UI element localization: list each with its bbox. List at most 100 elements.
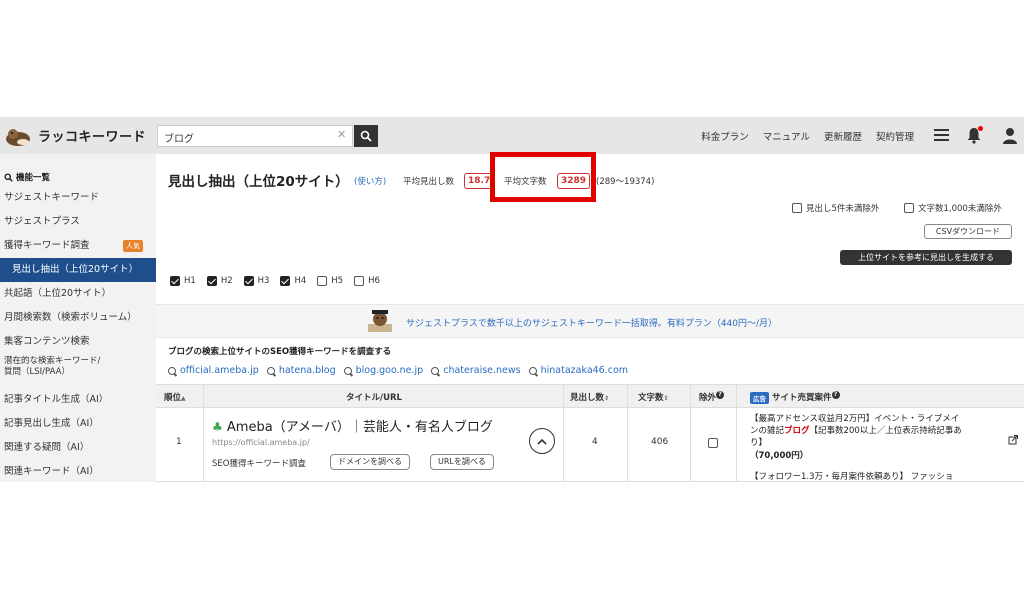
- domain-links: official.ameba.jp hatena.blog blog.goo.n…: [168, 365, 628, 376]
- domain-label: chateraise.news: [443, 365, 521, 376]
- sort-up-icon: ▲: [181, 395, 186, 402]
- nav-changelog[interactable]: 更新履歴: [824, 129, 862, 143]
- checkbox-label: H6: [368, 276, 380, 286]
- ad-line[interactable]: 【最高アドセンス収益月2万円】イベント・ライブメイ: [750, 412, 959, 424]
- checkbox-label: 文字数1,000未満除外: [918, 204, 1002, 214]
- h3-checkbox[interactable]: H3: [243, 276, 270, 286]
- sidebar-heading-label: 機能一覧: [16, 173, 51, 183]
- help-icon[interactable]: ?: [831, 391, 840, 399]
- domain-link[interactable]: official.ameba.jp: [168, 365, 259, 376]
- exclude-few-headings-checkbox[interactable]: 見出し5件未満除外: [792, 202, 879, 214]
- row-chars: 406: [651, 437, 669, 447]
- popular-badge: 人気: [123, 240, 143, 252]
- sidebar-item-acquired-keywords[interactable]: 獲得キーワード調査 人気: [0, 234, 156, 258]
- sidebar-heading: 機能一覧: [0, 154, 156, 186]
- external-link-icon[interactable]: [1008, 435, 1018, 445]
- col-chars[interactable]: 文字数⇕: [638, 391, 669, 403]
- checkbox-label: H2: [220, 276, 233, 286]
- col-headings[interactable]: 見出し数⇕: [570, 391, 609, 403]
- search-input[interactable]: ブログ: [157, 125, 353, 147]
- nav-contract[interactable]: 契約管理: [876, 129, 914, 143]
- ad-line[interactable]: ンの雑記ブログ【記事数200以上／上位表示持続記事あ: [750, 424, 962, 436]
- checkbox-label: H3: [257, 276, 270, 286]
- domain-link[interactable]: chateraise.news: [431, 365, 521, 376]
- sidebar-item-title-ai[interactable]: 記事タイトル生成（AI）: [0, 388, 156, 412]
- search-icon: [360, 130, 372, 142]
- seo-section-title: ブログの検索上位サイトのSEO獲得キーワードを調査する: [168, 347, 392, 357]
- brand-logo[interactable]: ラッコキーワード: [0, 125, 156, 147]
- ad-badge: 広告: [750, 391, 769, 404]
- help-icon[interactable]: ?: [716, 391, 725, 399]
- app-window: ラッコキーワード ブログ ✕ 料金プラン マニュアル 更新履歴 契約管理 機能一…: [0, 117, 1024, 482]
- sidebar-item-related-ai[interactable]: 関連キーワード（AI）: [0, 460, 156, 482]
- sidebar-item-label: 質問（LSI/PAA）: [4, 367, 70, 377]
- check-domain-button[interactable]: ドメインを調べる: [330, 454, 410, 470]
- domain-link[interactable]: hatena.blog: [266, 365, 336, 376]
- heading-level-filters: H1 H2 H3 H4 H5 H6: [170, 276, 380, 286]
- row-seo-label: SEO獲得キーワード調査: [212, 459, 306, 469]
- sidebar: 機能一覧 サジェストキーワード サジェストプラス 獲得キーワード調査 人気 見出…: [0, 154, 156, 482]
- sidebar-item-label: 獲得キーワード調査: [4, 240, 90, 251]
- otter-mascot-icon: [368, 310, 392, 332]
- sidebar-item-questions-ai[interactable]: 関連する疑問（AI）: [0, 436, 156, 460]
- promo-link[interactable]: サジェストプラスで数千以上のサジェストキーワード一括取得。有料プラン（440円〜…: [406, 316, 777, 329]
- sidebar-item-suggest-plus[interactable]: サジェストプラス: [0, 210, 156, 234]
- sidebar-item-content-search[interactable]: 集客コンテンツ検索: [0, 330, 156, 354]
- h6-checkbox[interactable]: H6: [354, 276, 380, 286]
- exclude-checkbox[interactable]: [708, 438, 718, 448]
- col-exclude: 除外?: [699, 391, 725, 403]
- sidebar-item-cooccurrence[interactable]: 共起語（上位20サイト）: [0, 282, 156, 306]
- col-rank[interactable]: 順位▲: [164, 391, 186, 403]
- hamburger-menu-icon[interactable]: [934, 129, 949, 141]
- domain-link[interactable]: hinatazaka46.com: [528, 365, 628, 376]
- domain-label: blog.goo.ne.jp: [355, 365, 424, 376]
- chars-range: (289～19374): [596, 177, 655, 187]
- h1-checkbox[interactable]: H1: [170, 276, 196, 286]
- search-button[interactable]: [354, 125, 378, 147]
- h5-checkbox[interactable]: H5: [317, 276, 343, 286]
- sidebar-item-suggest[interactable]: サジェストキーワード: [0, 186, 156, 210]
- nav-pricing[interactable]: 料金プラン: [701, 129, 749, 143]
- checkbox-label: H1: [184, 276, 196, 286]
- col-label: サイト売買案件: [772, 393, 832, 403]
- csv-download-button[interactable]: CSVダウンロード: [924, 224, 1012, 239]
- domain-link[interactable]: blog.goo.ne.jp: [343, 365, 424, 376]
- ad-line: り】: [750, 438, 768, 448]
- sort-icon: ⇕: [604, 395, 610, 402]
- sidebar-item-heading-ai[interactable]: 記事見出し生成（AI）: [0, 412, 156, 436]
- checkbox-box: [904, 203, 914, 213]
- expand-headings-button[interactable]: [529, 428, 555, 454]
- checkbox-box: [317, 276, 328, 286]
- domain-label: hatena.blog: [278, 365, 336, 376]
- avg-headings-label: 平均見出し数: [403, 177, 455, 187]
- generate-headings-button[interactable]: 上位サイトを参考に見出しを生成する: [840, 250, 1012, 265]
- sidebar-item-label: 潜在的な検索キーワード/: [4, 356, 101, 366]
- search-icon: [266, 366, 275, 375]
- row-title-label: Ameba（アメーバ）｜芸能人・有名人ブログ: [226, 420, 493, 435]
- howto-link[interactable]: (使い方): [354, 175, 386, 187]
- row-url[interactable]: https://official.ameba.jp/: [212, 438, 310, 447]
- checkbox-box: [792, 203, 802, 213]
- sidebar-item-search-volume[interactable]: 月間検索数（検索ボリューム）: [0, 306, 156, 330]
- clear-icon[interactable]: ✕: [337, 128, 346, 141]
- row-title-link[interactable]: ♣ Ameba（アメーバ）｜芸能人・有名人ブログ: [212, 416, 493, 435]
- check-url-button[interactable]: URLを調べる: [430, 454, 494, 470]
- h2-checkbox[interactable]: H2: [206, 276, 233, 286]
- table-row: 1 ♣ Ameba（アメーバ）｜芸能人・有名人ブログ https://offic…: [156, 408, 1024, 482]
- otter-logo-icon: [6, 128, 30, 146]
- header-nav: 料金プラン マニュアル 更新履歴 契約管理: [701, 129, 914, 143]
- sidebar-item-heading-extract[interactable]: 見出し抽出（上位20サイト）: [0, 258, 156, 282]
- user-icon[interactable]: [1002, 127, 1018, 144]
- search-icon: [343, 366, 352, 375]
- sidebar-item-lsi-paa[interactable]: 潜在的な検索キーワード/ 質問（LSI/PAA）: [0, 354, 156, 388]
- row-rank: 1: [176, 437, 182, 447]
- checkbox-box: [206, 276, 217, 286]
- exclude-short-chars-checkbox[interactable]: 文字数1,000未満除外: [904, 202, 1002, 214]
- ad-line[interactable]: 【フォロワー1.3万・毎月案件依頼あり】 ファッショ: [750, 470, 953, 482]
- col-label: 除外: [699, 393, 717, 403]
- nav-manual[interactable]: マニュアル: [763, 129, 810, 143]
- ad-text-part: ンの雑記: [750, 426, 785, 436]
- bell-icon[interactable]: [966, 126, 983, 144]
- chevron-up-icon: [537, 438, 547, 445]
- h4-checkbox[interactable]: H4: [280, 276, 306, 286]
